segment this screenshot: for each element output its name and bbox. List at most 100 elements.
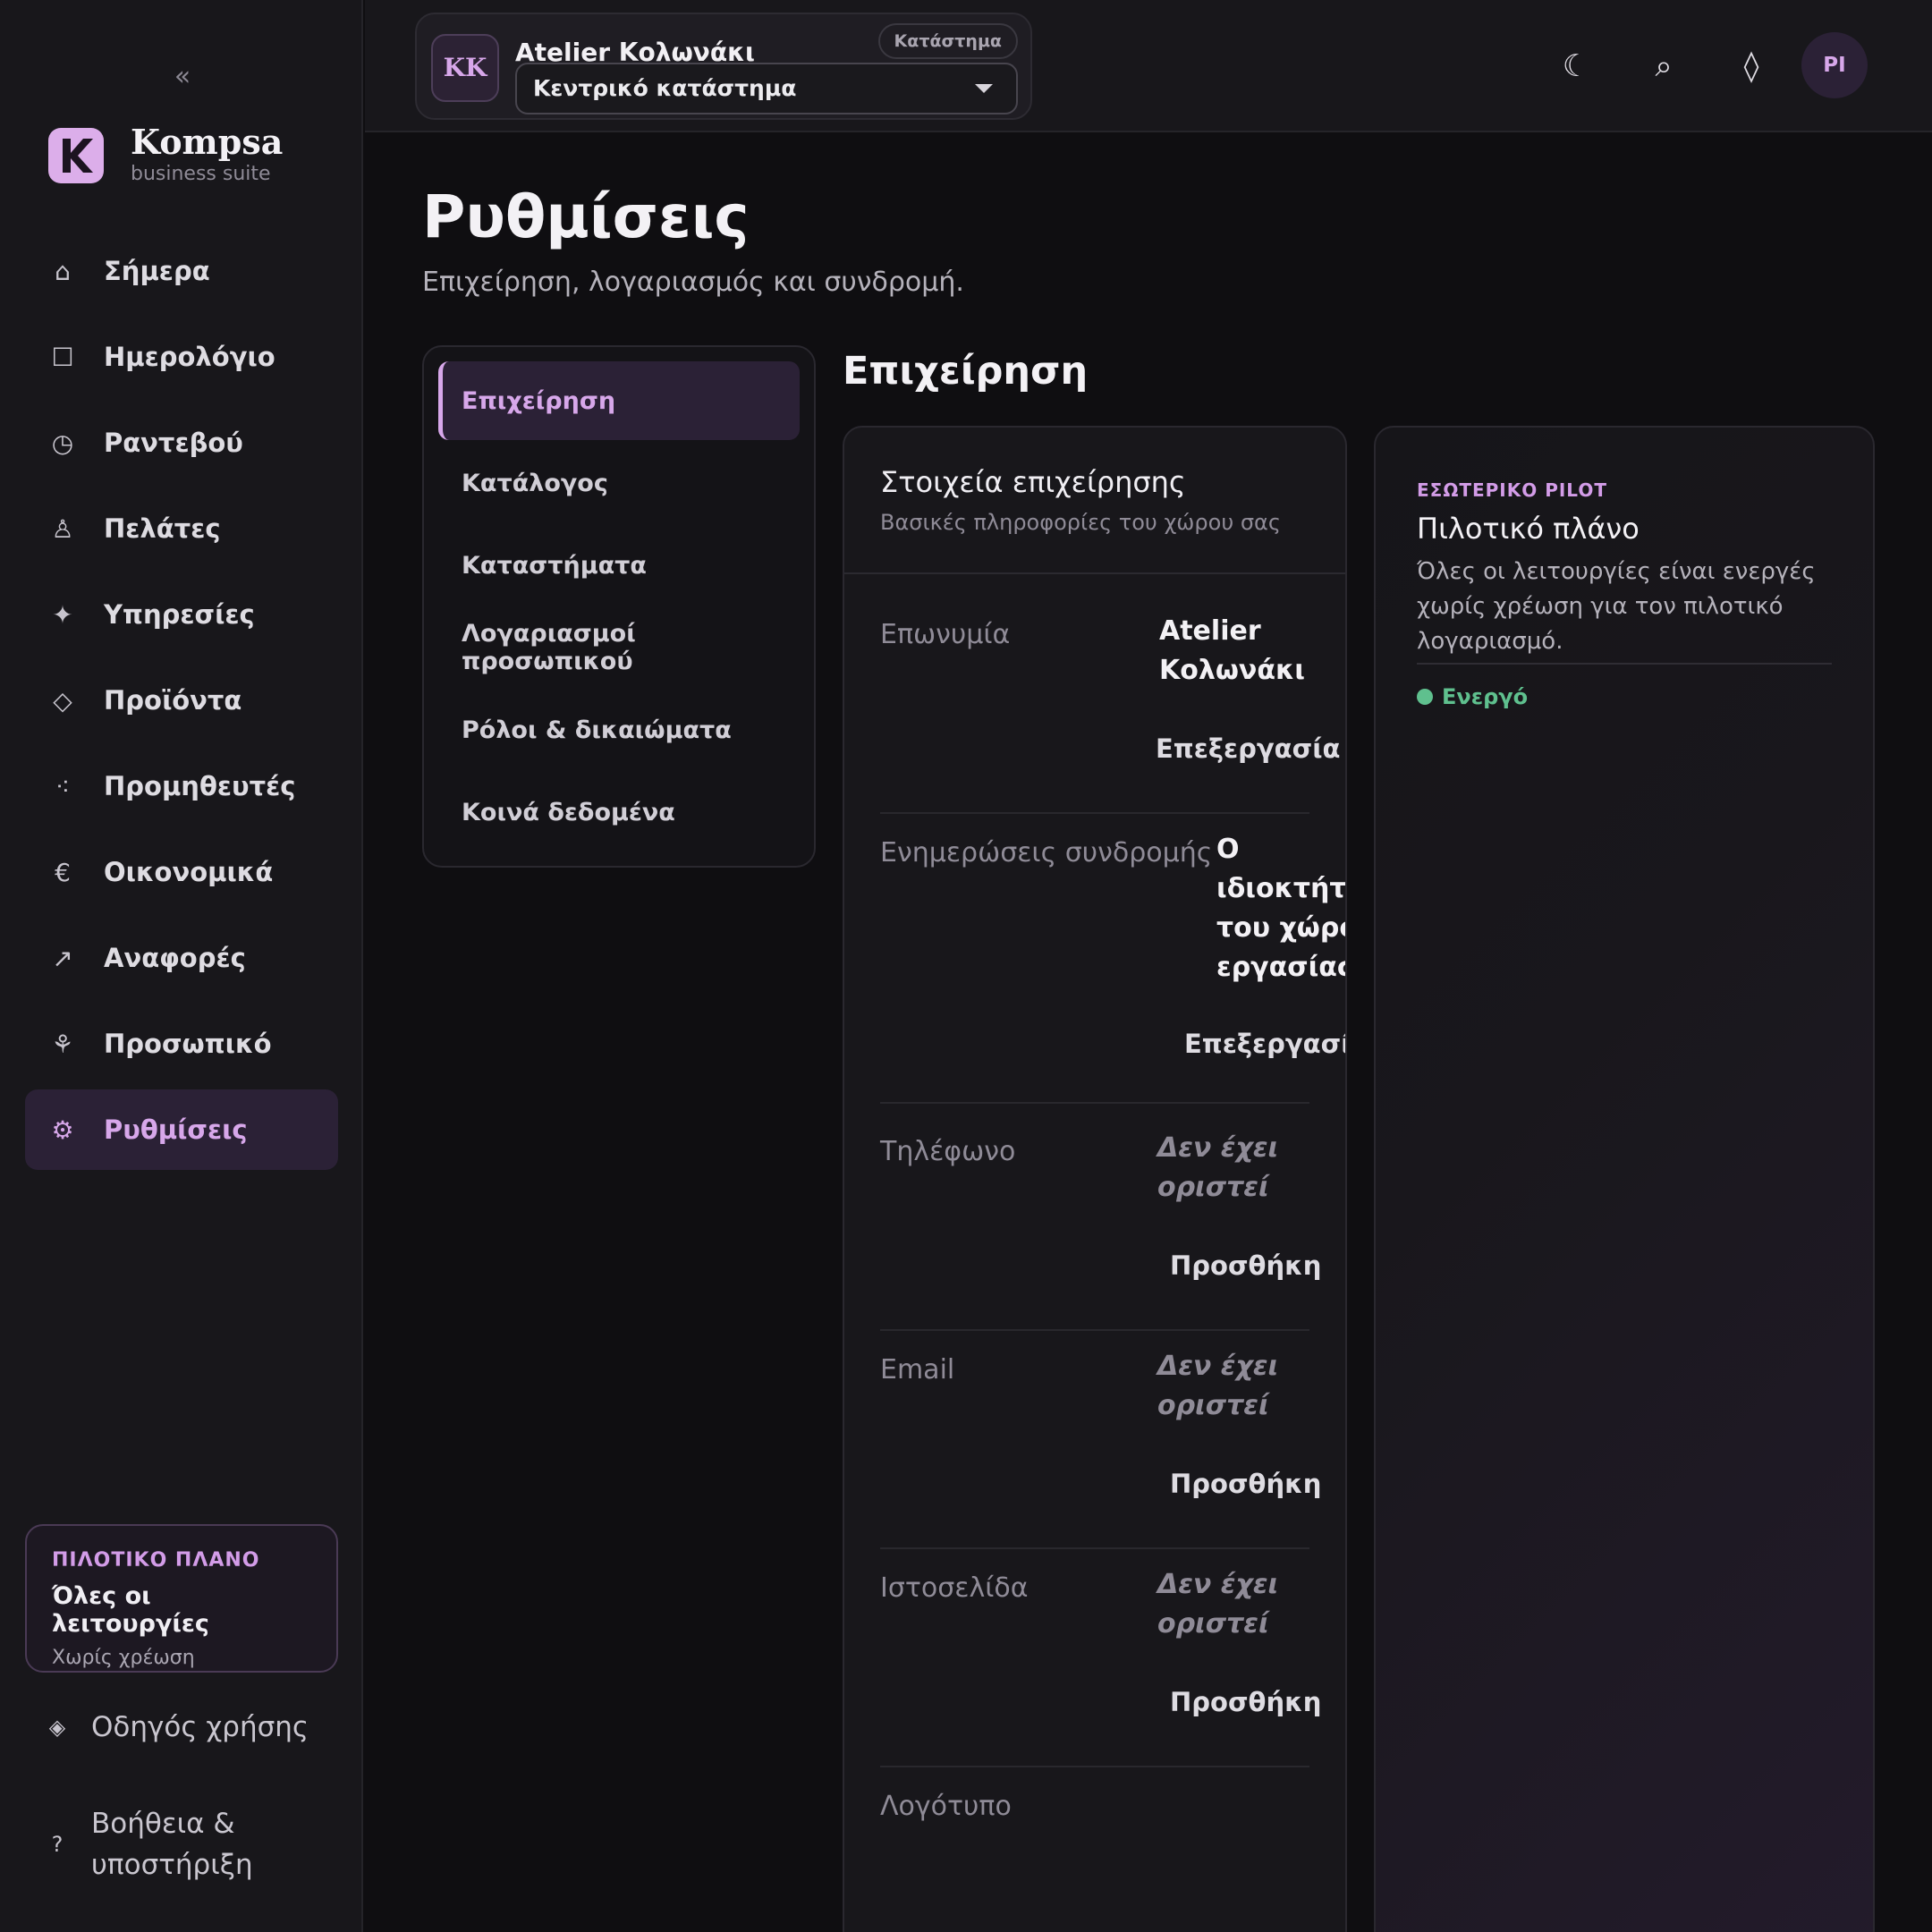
chevron-down-icon	[975, 84, 993, 93]
kompsa-logo-icon	[48, 128, 104, 183]
sparkle-icon: ✦	[52, 599, 73, 630]
add-button[interactable]: Προσθήκη	[1170, 1687, 1321, 1717]
nav-item-label: Προϊόντα	[104, 685, 242, 716]
pilot-plan-card[interactable]: ΠΙΛΟΤΙΚΟ ΠΛΑΝΟ Όλες οι λειτουργίες Χωρίς…	[25, 1524, 338, 1673]
settings-tab-catalog[interactable]: Κατάλογος	[438, 444, 800, 522]
status-badge: Ενεργό	[1417, 684, 1832, 709]
pilot-plan-kicker: ΠΙΛΟΤΙΚΟ ΠΛΑΝΟ	[52, 1549, 260, 1572]
field-value-line: εργασίας	[1216, 952, 1347, 983]
page-title: Ρυθμίσεις	[422, 182, 750, 251]
euro-icon: €	[55, 857, 71, 887]
moon-icon[interactable]: ☾	[1551, 41, 1601, 91]
nav-item-services[interactable]: ✦ Υπηρεσίες	[25, 574, 338, 655]
status-dot-icon	[1417, 689, 1433, 705]
section-title: Επιχείρηση	[843, 349, 1089, 394]
store-switcher: KK Atelier Κολωνάκι Κατάστημα Κεντρικό κ…	[415, 13, 1032, 120]
nav-item-label: Προσωπικό	[104, 1029, 272, 1059]
store-badge: Κατάστημα	[877, 23, 1018, 59]
pilot-plan-panel: ΕΣΩΤΕΡΙΚΟ PILOT Πιλοτικό πλάνο Όλες οι λ…	[1374, 426, 1875, 1932]
collapse-sidebar-icon[interactable]: «	[166, 59, 199, 95]
field-website: Ιστοσελίδα Δεν έχει οριστεί Προσθήκη	[880, 1569, 1321, 1767]
settings-tab-roles[interactable]: Ρόλοι & δικαιώματα	[438, 691, 800, 769]
clock-icon: ◷	[51, 428, 74, 458]
field-value: Δεν έχει οριστεί	[1157, 1129, 1278, 1208]
person-icon: ♙	[51, 513, 74, 544]
nav-item-label: Αναφορές	[104, 943, 246, 973]
nav-item-today[interactable]: ⌂ Σήμερα	[25, 231, 338, 311]
nav-item-label: Ρυθμίσεις	[104, 1114, 248, 1145]
nav-item-staff[interactable]: ⚘ Προσωπικό	[25, 1004, 338, 1084]
field-subscription-updates: Ενημερώσεις συνδρομής Ο ιδιοκτήτης του χ…	[880, 834, 1345, 1104]
guide-icon: ◈	[48, 1715, 66, 1740]
calendar-icon: ☐	[51, 342, 74, 372]
field-value-line: ιδιοκτήτης	[1216, 873, 1347, 904]
sidebar: « Kompsa business suite ⌂ Σήμερα ☐ Ημερο…	[0, 0, 363, 1932]
field-label: Email	[880, 1354, 955, 1385]
add-button[interactable]: Προσθήκη	[1170, 1469, 1321, 1499]
user-guide-link[interactable]: ◈ Οδηγός χρήσης	[45, 1707, 309, 1748]
nav-item-label: Προμηθευτές	[104, 771, 296, 801]
arrow-up-right-icon: ↗	[52, 943, 73, 973]
nav-item-label: Ραντεβού	[104, 428, 243, 458]
user-avatar[interactable]: PI	[1801, 32, 1868, 98]
nav-item-label: Οικονομικά	[104, 857, 274, 887]
dots-icon: ⁖	[55, 771, 71, 801]
staff-icon: ⚘	[51, 1029, 74, 1059]
home-icon: ⌂	[55, 256, 71, 286]
settings-tab-business[interactable]: Επιχείρηση	[438, 361, 800, 440]
user-guide-label: Οδηγός χρήσης	[91, 1711, 309, 1743]
nav-item-finance[interactable]: € Οικονομικά	[25, 832, 338, 912]
main-nav: ⌂ Σήμερα ☐ Ημερολόγιο ◷ Ραντεβού ♙ Πελάτ…	[25, 231, 338, 1175]
store-select-value: Κεντρικό κατάστημα	[533, 75, 797, 101]
nav-item-products[interactable]: ◇ Προϊόντα	[25, 660, 338, 741]
field-value-line: οριστεί	[1157, 1390, 1269, 1421]
field-value-line: Κολωνάκι	[1159, 655, 1305, 686]
settings-tab-shared-data[interactable]: Κοινά δεδομένα	[438, 773, 800, 852]
nav-item-label: Σήμερα	[104, 256, 210, 286]
field-label: Ενημερώσεις συνδρομής	[880, 837, 1213, 869]
add-button[interactable]: Προσθήκη	[1170, 1250, 1321, 1281]
brand[interactable]: Kompsa business suite	[48, 122, 283, 190]
field-value-line: Δεν έχει	[1157, 1351, 1279, 1382]
field-value-line: οριστεί	[1157, 1172, 1269, 1203]
settings-nav: Επιχείρηση Κατάλογος Καταστήματα Λογαρια…	[422, 345, 816, 868]
edit-button[interactable]: Επεξεργασία	[1184, 1029, 1345, 1059]
help-support-label: Βοήθεια & υποστήριξη	[91, 1803, 253, 1885]
card-subtitle: Βασικές πληροφορίες του χώρου σας	[880, 510, 1281, 535]
field-logo: Λογότυπο	[880, 1791, 1309, 1932]
nav-item-suppliers[interactable]: ⁖ Προμηθευτές	[25, 746, 338, 826]
nav-item-calendar[interactable]: ☐ Ημερολόγιο	[25, 317, 338, 397]
nav-item-settings[interactable]: ⚙ Ρυθμίσεις	[25, 1089, 338, 1170]
nav-item-reports[interactable]: ↗ Αναφορές	[25, 918, 338, 998]
settings-tab-staff-accounts[interactable]: Λογαριασμοί προσωπικού	[438, 608, 800, 687]
field-value-line: Δεν έχει	[1157, 1132, 1279, 1164]
card-title: Στοιχεία επιχείρησης	[880, 465, 1186, 499]
diamond-icon[interactable]: ◊	[1726, 41, 1776, 91]
brand-subtitle: business suite	[131, 163, 271, 185]
field-value-line: Ο	[1216, 834, 1240, 865]
field-value-line: Atelier	[1159, 615, 1261, 647]
search-icon[interactable]: ⌕	[1639, 41, 1689, 91]
plan-description: Όλες οι λειτουργίες είναι ενεργές χωρίς …	[1417, 555, 1832, 665]
store-select[interactable]: Κεντρικό κατάστημα	[515, 63, 1018, 114]
help-label-line1: Βοήθεια &	[91, 1808, 235, 1840]
field-value-line: του χώρου	[1216, 912, 1345, 944]
settings-tab-stores[interactable]: Καταστήματα	[438, 526, 800, 605]
nav-item-clients[interactable]: ♙ Πελάτες	[25, 488, 338, 569]
help-label-line2: υποστήριξη	[91, 1849, 253, 1881]
edit-button[interactable]: Επεξεργασία	[1156, 733, 1340, 764]
field-email: Email Δεν έχει οριστεί Προσθήκη	[880, 1351, 1321, 1549]
brand-name: Kompsa	[131, 122, 284, 162]
field-label: Λογότυπο	[880, 1791, 1012, 1822]
help-support-link[interactable]: ? Βοήθεια & υποστήριξη	[45, 1803, 253, 1885]
nav-item-label: Υπηρεσίες	[104, 599, 255, 630]
question-icon: ?	[51, 1832, 64, 1857]
store-avatar: KK	[431, 34, 499, 102]
field-value: Ο ιδιοκτήτης του χώρου εργασίας	[1216, 830, 1347, 987]
field-value-line: Δεν έχει	[1157, 1569, 1279, 1600]
topbar: KK Atelier Κολωνάκι Κατάστημα Κεντρικό κ…	[365, 0, 1932, 132]
nav-item-appointments[interactable]: ◷ Ραντεβού	[25, 402, 338, 483]
business-details-card: Στοιχεία επιχείρησης Βασικές πληροφορίες…	[843, 426, 1347, 1932]
field-label: Τηλέφωνο	[880, 1136, 1016, 1167]
field-value: Atelier Κολωνάκι	[1159, 612, 1305, 691]
